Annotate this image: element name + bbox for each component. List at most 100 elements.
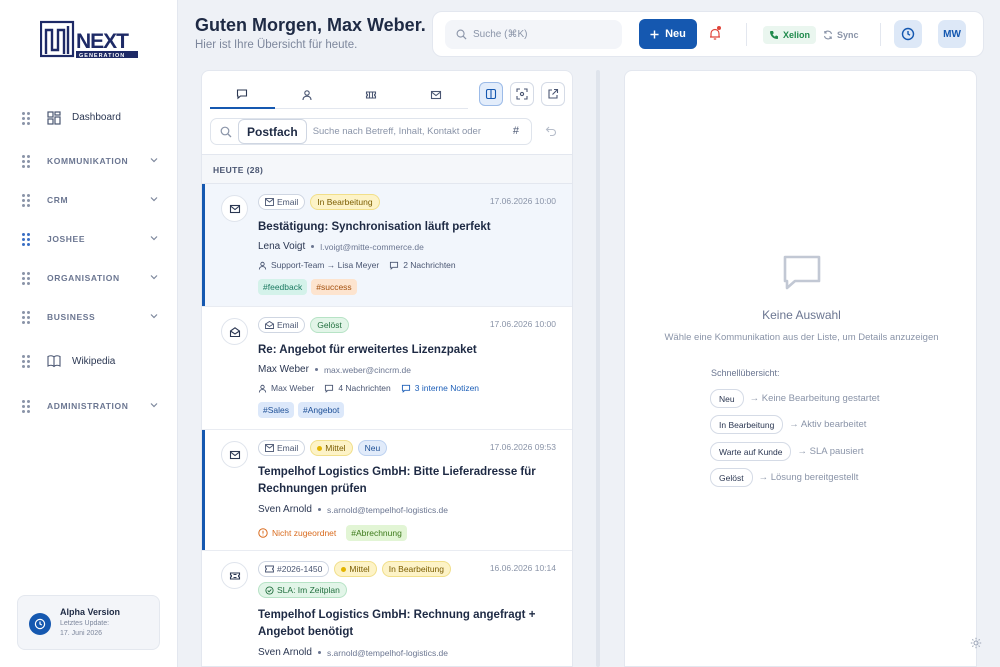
drag-handle-icon[interactable] [22,399,30,413]
status-description: → Aktiv bearbeitet [789,419,867,430]
plus-icon [650,29,659,39]
status-badge: In Bearbeitung [381,561,451,577]
item-date: 16.06.2026 10:14 [489,563,556,573]
tag[interactable]: #Abrechnung [346,525,407,541]
xelion-button[interactable]: Xelion [763,26,817,44]
mail-icon [265,444,274,452]
global-search-input[interactable]: Suche (⌘K) [445,20,622,49]
tab-contacts[interactable] [275,81,340,109]
undo-icon[interactable] [545,125,557,137]
status-chip: Neu [710,389,744,408]
tag[interactable]: #Angebot [298,402,345,418]
tag[interactable]: #Sales [258,402,294,418]
tag[interactable]: #success [311,279,357,295]
hash-filter-button[interactable]: # [513,125,519,137]
tab-chat[interactable] [210,81,275,109]
sender-email: max.weber@cincrm.de [323,364,411,375]
sidebar-section-kommunikation[interactable]: KOMMUNIKATION [0,141,178,180]
group-header-today: HEUTE (28) [202,154,572,184]
list-search: Postfach Suche nach Betreff, Inhalt, Kon… [210,118,532,145]
empty-state-title: Keine Auswahl [762,308,841,322]
item-date: 17.06.2026 10:00 [489,319,556,329]
new-button[interactable]: Neu [639,19,697,49]
panel-resize-handle[interactable] [596,70,600,667]
mail-icon [430,90,441,100]
type-badge: Email [258,317,306,333]
drag-handle-icon[interactable] [22,193,30,207]
chevron-down-icon [150,275,158,280]
list-item[interactable]: Email In Bearbeitung 17.06.2026 10:00 Be… [202,184,572,307]
page-subtitle: Hier ist Ihre Übersicht für heute. [195,39,358,51]
internal-notes[interactable]: 3 interne Notizen [415,383,479,393]
gear-icon[interactable] [970,637,982,649]
sidebar-section-administration[interactable]: ADMINISTRATION [0,386,178,425]
item-subject: Tempelhof Logistics GmbH: Rechnung angef… [258,609,536,638]
sidebar-section-label: CRM [47,194,69,205]
drag-handle-icon[interactable] [22,355,30,368]
sidebar-item-label: Wikipedia [72,355,116,367]
sidebar-section-crm[interactable]: CRM [0,180,178,219]
priority-dot [341,566,347,572]
ticket-number-badge: #2026-1450 [258,561,330,577]
columns-icon [485,88,497,100]
type-badge-label: Email [277,197,299,207]
sidebar-section-joshee[interactable]: JOSHEE [0,219,178,258]
sla-badges: SLA: Im Zeitplan [258,582,347,598]
drag-handle-icon[interactable] [22,111,30,125]
logo[interactable]: NEXT GENERATION [39,20,138,60]
person-icon [258,261,267,270]
status-chip: Warte auf Kunde [710,442,792,461]
list-search-input[interactable]: Suche nach Betreff, Inhalt, Kontakt oder [313,126,481,137]
time-tracking-button[interactable] [894,20,922,48]
list-item[interactable]: Email Mittel Neu 17.06.2026 09:53 Tempel… [202,430,572,551]
type-badge: Email [258,440,306,456]
tag[interactable]: #feedback [258,279,308,295]
priority-badge: Mittel [334,561,377,577]
tab-tickets[interactable] [339,81,404,109]
sync-button[interactable]: Sync [823,26,859,44]
avatar[interactable]: MW [938,20,966,48]
type-badge: Email [258,194,306,210]
ticket-icon [265,565,274,573]
version-card: Alpha Version Letztes Update: 17. Juni 2… [17,595,160,650]
sidebar-section-label: ADMINISTRATION [47,400,129,411]
drag-handle-icon[interactable] [22,271,30,285]
drag-handle-icon[interactable] [22,310,30,324]
sender-name: Max Weber [258,364,309,375]
folder-select[interactable]: Postfach [238,119,307,144]
phone-icon [770,31,778,39]
type-tabs [210,81,468,109]
drag-handle-icon[interactable] [22,154,30,168]
clock-icon [901,27,915,41]
item-subject: Re: Angebot für erweitertes Lizenzpaket [258,344,477,356]
open-external-button[interactable] [541,82,565,106]
badges: Email In Bearbeitung [258,194,380,210]
chevron-down-icon [150,403,158,408]
sidebar-item-dashboard[interactable]: Dashboard [0,98,178,137]
drag-handle-icon[interactable] [22,232,30,246]
assignment: Max Weber [271,383,315,393]
chevron-down-icon [150,314,158,319]
message-count: 2 Nachrichten [403,260,456,270]
focus-button[interactable] [510,82,534,106]
book-icon [47,355,61,368]
badges: Email Mittel Neu [258,440,388,456]
logo-subtext: GENERATION [79,53,125,59]
sidebar-item-wikipedia[interactable]: Wikipedia [0,336,178,386]
sidebar-section-organisation[interactable]: ORGANISATION [0,258,178,297]
sidebar-section-business[interactable]: BUSINESS [0,297,178,336]
status-chip: In Bearbeitung [710,415,784,434]
tab-mail[interactable] [404,81,469,109]
mail-open-icon [265,321,274,329]
sidebar: NEXT GENERATION Dashboard KOMMUNIKATION … [0,0,178,667]
sla-label: SLA: Im Zeitplan [277,585,340,595]
quick-overview-row: Neu → Keine Bearbeitung gestartet [710,389,880,408]
list-item[interactable]: Email Gelöst 17.06.2026 10:00 Re: Angebo… [202,307,572,430]
external-link-icon [548,88,559,99]
page-title: Guten Morgen, Max Weber. [195,15,426,35]
quick-overview-row: Gelöst → Lösung bereitgestellt [710,468,858,487]
split-view-button[interactable] [479,82,503,106]
list-item[interactable]: #2026-1450 Mittel In Bearbeitung SLA: Im… [202,551,572,666]
chat-icon [390,261,399,270]
sender-name: Lena Voigt [258,241,306,252]
